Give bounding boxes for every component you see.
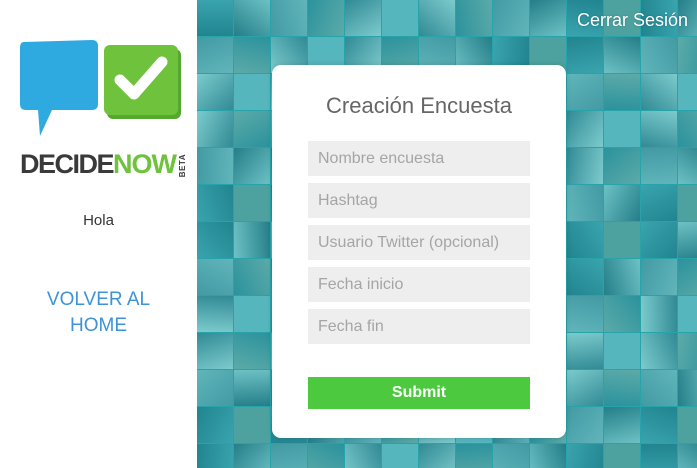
back-home-link[interactable]: VOLVER AL HOME <box>0 287 197 339</box>
wordmark-now: NOW <box>113 149 177 179</box>
back-home-link-line2: HOME <box>70 315 127 336</box>
start-date-input[interactable] <box>308 267 530 302</box>
logout-link[interactable]: Cerrar Sesión <box>577 10 688 31</box>
submit-button[interactable]: Submit <box>308 377 530 409</box>
form-title: Creación Encuesta <box>326 93 512 118</box>
poll-name-input[interactable] <box>308 141 530 176</box>
end-date-input[interactable] <box>308 309 530 344</box>
twitter-user-input[interactable] <box>308 225 530 260</box>
logo-bubbles-icon <box>20 40 181 136</box>
wordmark-decide: DECIDE <box>20 149 115 179</box>
decidenow-wordmark: DECIDE NOW BETA <box>20 148 187 180</box>
beta-badge: BETA <box>178 153 187 177</box>
greeting-text: Hola <box>83 212 114 229</box>
create-poll-card: Creación Encuesta Submit <box>272 65 566 438</box>
sidebar: DECIDE NOW BETA Hola VOLVER AL HOME <box>0 0 197 468</box>
back-home-link-line1: VOLVER AL <box>46 289 151 310</box>
hashtag-input[interactable] <box>308 183 530 218</box>
